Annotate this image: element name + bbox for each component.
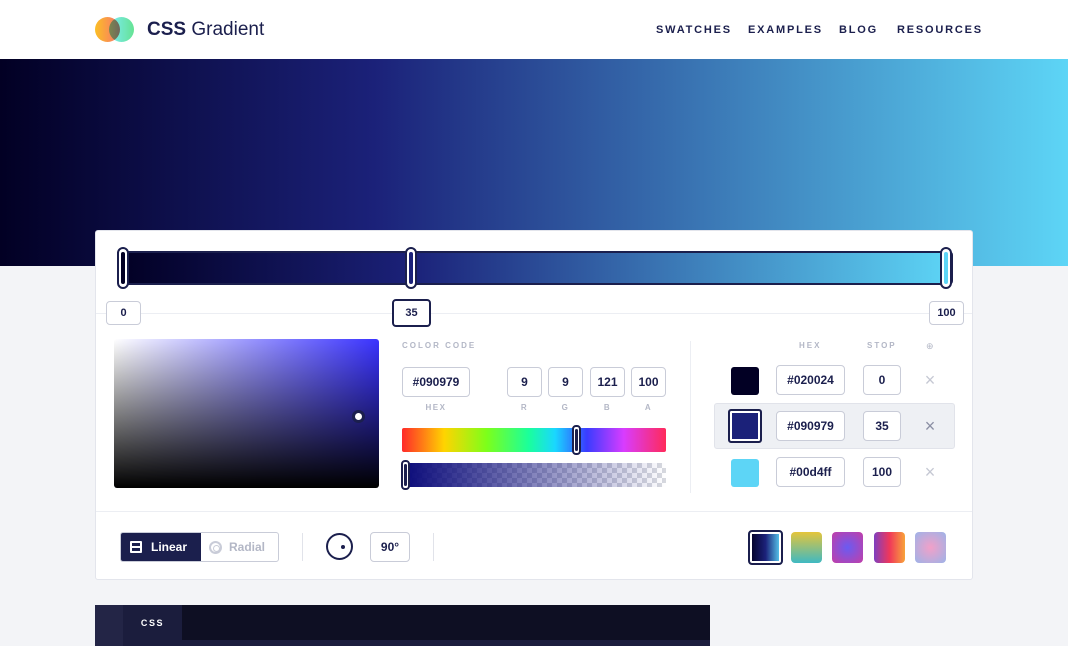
stop-hex-input-1[interactable]: #090979	[776, 411, 845, 441]
radial-icon	[209, 540, 222, 554]
logo-icon[interactable]	[95, 17, 137, 42]
angle-input[interactable]: 90°	[370, 532, 410, 562]
add-stop-icon[interactable]: ⊕	[926, 341, 934, 352]
hue-slider[interactable]	[402, 428, 666, 452]
nav-resources[interactable]: RESOURCES	[897, 24, 983, 36]
blue-input[interactable]: 121	[590, 367, 625, 397]
tab-css[interactable]: CSS	[123, 605, 182, 640]
stop-handle-0-color	[121, 252, 125, 284]
alpha-slider-handle[interactable]	[401, 460, 410, 490]
alpha-input[interactable]: 100	[631, 367, 666, 397]
stop-handle-0[interactable]	[117, 247, 129, 289]
remove-stop-icon[interactable]: ×	[922, 371, 938, 389]
stop-handle-35[interactable]	[405, 247, 417, 289]
blue-sub-label: B	[603, 403, 612, 412]
stop-position-label-0[interactable]: 0	[106, 301, 141, 325]
red-input[interactable]: 9	[507, 367, 542, 397]
stop-swatch-0[interactable]	[731, 367, 759, 395]
linear-icon	[130, 541, 142, 553]
gradient-editor-card: 0 35 100 COLOR CODE #090979 9 9 121 100 …	[95, 230, 973, 580]
hue-slider-handle[interactable]	[572, 425, 582, 455]
remove-stop-icon[interactable]: ×	[922, 417, 938, 435]
stop-hex-input-2[interactable]: #00d4ff	[776, 457, 845, 487]
divider	[433, 533, 434, 561]
hex-input[interactable]: #090979	[402, 367, 470, 397]
gradient-slider-track[interactable]	[119, 251, 953, 285]
red-sub-label: R	[520, 403, 529, 412]
linear-label: Linear	[151, 540, 188, 554]
stop-position-input-2[interactable]: 100	[863, 457, 901, 487]
stop-position-input-1[interactable]: 35	[863, 411, 901, 441]
stop-position-label-100[interactable]: 100	[929, 301, 964, 325]
code-panel: CSS	[95, 605, 710, 646]
preset-yellow-teal[interactable]	[791, 532, 822, 563]
color-picker-area[interactable]	[114, 339, 379, 488]
radial-button[interactable]: Radial	[201, 533, 278, 561]
stops-stop-header: STOP	[867, 341, 897, 350]
stop-hex-input-0[interactable]: #020024	[776, 365, 845, 395]
stop-handle-100[interactable]	[940, 247, 952, 289]
preset-purple-pink[interactable]	[832, 532, 863, 563]
stop-handle-100-color	[944, 252, 948, 284]
alpha-sub-label: A	[644, 403, 653, 412]
remove-stop-icon[interactable]: ×	[922, 463, 938, 481]
code-gutter	[95, 605, 123, 646]
linear-button[interactable]: Linear	[121, 533, 201, 561]
stop-swatch-1[interactable]	[728, 409, 762, 443]
color-picker-cursor[interactable]	[352, 410, 365, 423]
stop-position-label-35[interactable]: 35	[392, 299, 431, 327]
brand-name[interactable]: CSS Gradient	[147, 19, 264, 41]
hex-sub-label: HEX	[425, 403, 447, 412]
divider	[96, 511, 972, 512]
code-body	[123, 640, 710, 646]
brand-light: Gradient	[186, 19, 265, 40]
nav-blog[interactable]: BLOG	[839, 24, 878, 36]
stops-hex-header: HEX	[799, 341, 822, 350]
stop-position-input-0[interactable]: 0	[863, 365, 901, 395]
divider	[690, 341, 691, 493]
preset-purple-orange[interactable]	[874, 532, 905, 563]
preset-navy-cyan[interactable]	[748, 530, 783, 565]
stop-handle-35-color	[409, 252, 413, 284]
green-sub-label: G	[561, 403, 570, 412]
logo-circle-right	[109, 17, 134, 42]
radial-label: Radial	[229, 540, 266, 554]
green-input[interactable]: 9	[548, 367, 583, 397]
alpha-slider[interactable]	[402, 463, 666, 487]
stop-swatch-2[interactable]	[731, 459, 759, 487]
nav-examples[interactable]: EXAMPLES	[748, 24, 823, 36]
gradient-type-toggle: Linear Radial	[120, 532, 279, 562]
angle-dial-icon[interactable]	[326, 533, 353, 560]
color-code-label: COLOR CODE	[402, 341, 477, 350]
top-header: CSS Gradient SWATCHES EXAMPLES BLOG RESO…	[0, 0, 1068, 59]
brand-bold: CSS	[147, 19, 187, 40]
divider	[302, 533, 303, 561]
nav-swatches[interactable]: SWATCHES	[656, 24, 732, 36]
divider	[96, 313, 972, 314]
preset-blue-pink[interactable]	[915, 532, 946, 563]
